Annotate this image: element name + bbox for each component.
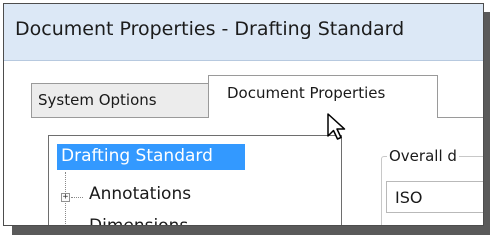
options-tree[interactable]: Drafting Standard + Annotations + Dimens…	[48, 135, 342, 226]
window-title: Document Properties - Drafting Standard	[15, 18, 405, 40]
tab-document-properties[interactable]: Document Properties	[208, 75, 438, 118]
tree-item-annotations[interactable]: Annotations	[89, 184, 191, 204]
overall-standard-value: ISO	[395, 188, 423, 207]
tree-item-drafting-standard[interactable]: Drafting Standard	[61, 146, 213, 166]
overall-group-label: Overall d	[387, 147, 459, 165]
tab-system-options-label: System Options	[38, 91, 157, 109]
tab-system-options[interactable]: System Options	[31, 83, 209, 117]
tab-document-properties-label: Document Properties	[227, 84, 386, 102]
expand-plus-icon[interactable]: +	[63, 225, 68, 226]
active-tab-gap	[209, 117, 437, 118]
tree-item-dimensions[interactable]: Dimensions	[89, 216, 188, 225]
expand-plus-icon[interactable]: +	[61, 193, 70, 202]
tree-connector	[71, 197, 83, 198]
title-bar: Document Properties - Drafting Standard	[4, 4, 483, 61]
overall-standard-select[interactable]: ISO	[386, 181, 483, 213]
dialog-window: Document Properties - Drafting Standard …	[3, 3, 484, 226]
arrow-cursor-icon	[327, 113, 346, 140]
